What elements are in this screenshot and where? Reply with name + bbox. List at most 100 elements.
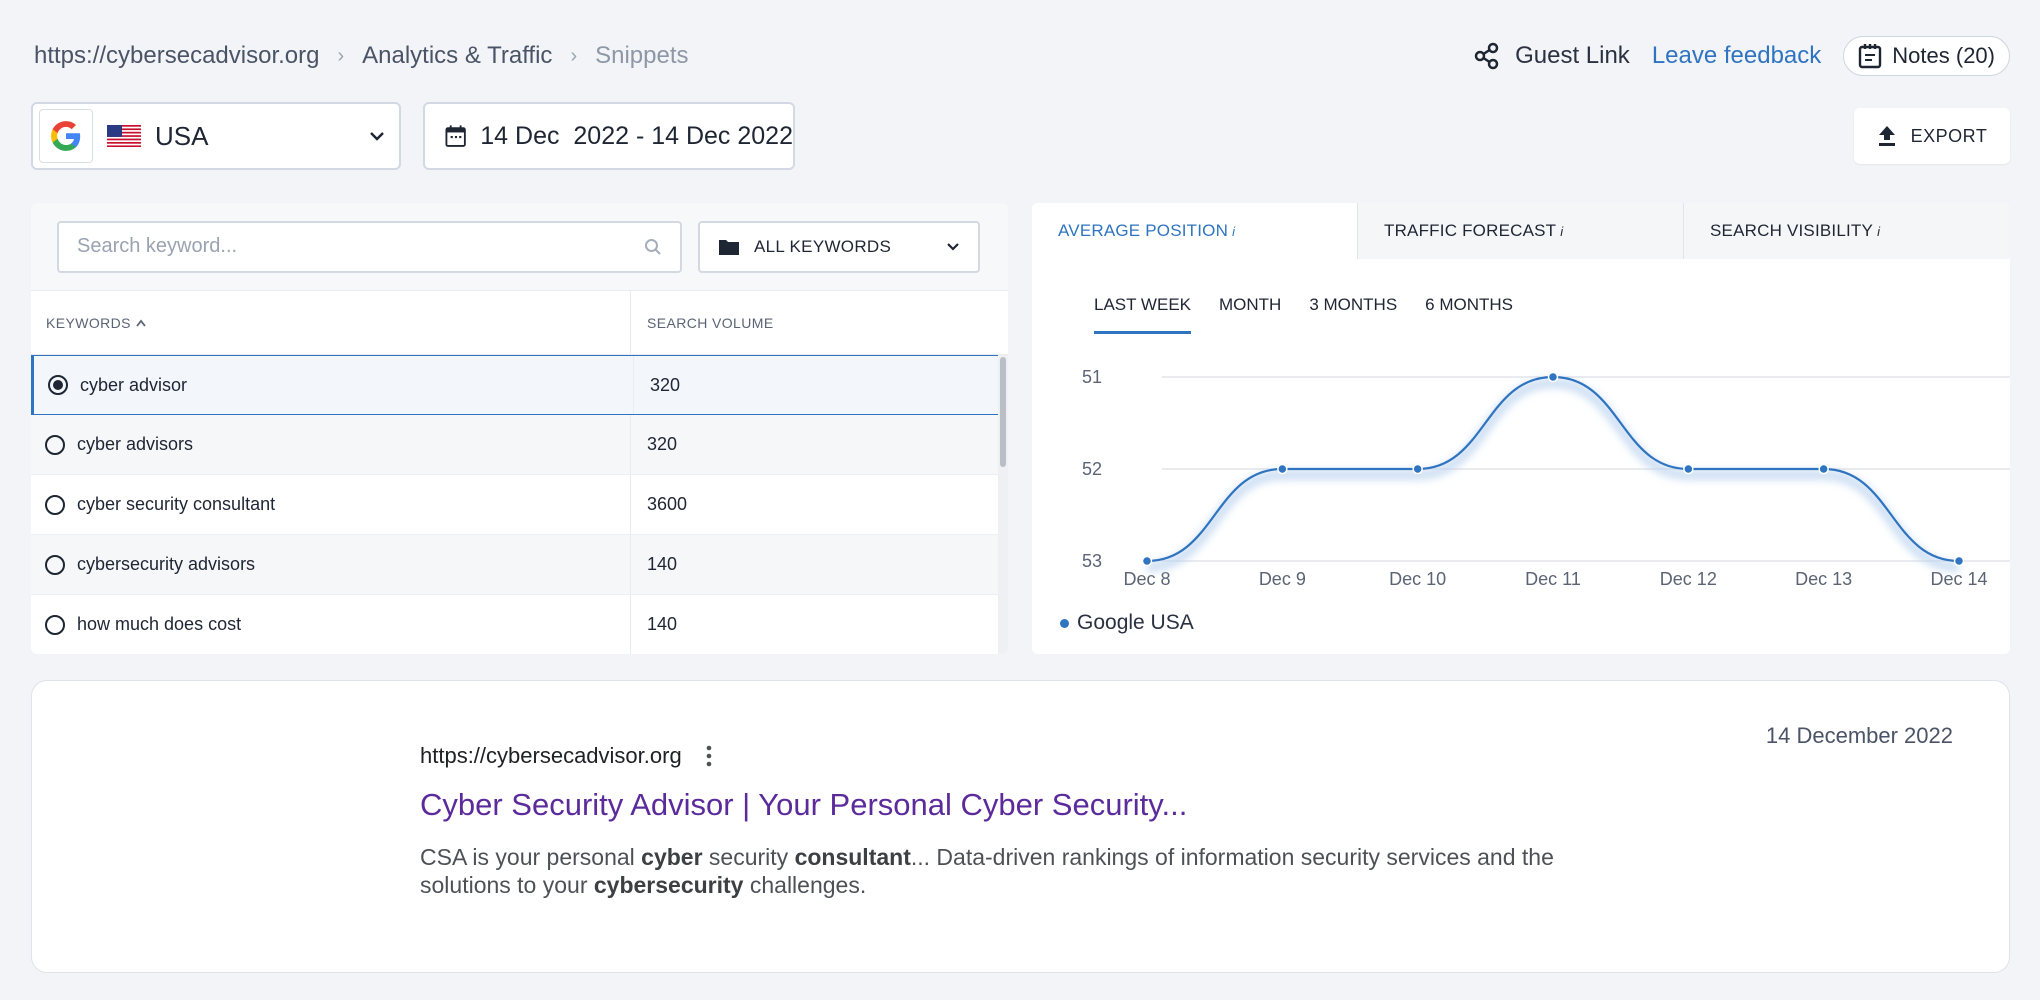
breadcrumb-section[interactable]: Analytics & Traffic bbox=[362, 42, 552, 70]
export-label: EXPORT bbox=[1910, 125, 1988, 146]
chevron-down-icon bbox=[370, 132, 384, 141]
keywords-table-header: KEYWORDS SEARCH VOLUME bbox=[31, 291, 1008, 355]
chart-legend[interactable]: Google USA bbox=[1060, 611, 1194, 635]
data-point[interactable] bbox=[1953, 555, 1965, 567]
table-row[interactable]: cyber advisors 320 bbox=[31, 415, 1008, 475]
radio-selected[interactable] bbox=[48, 375, 68, 395]
table-row[interactable]: cybersecurity advisors 140 bbox=[31, 535, 1008, 595]
search-input[interactable] bbox=[77, 235, 644, 258]
x-tick-label: Dec 13 bbox=[1795, 569, 1852, 589]
calendar-icon bbox=[445, 125, 466, 147]
notes-button[interactable]: Notes (20) bbox=[1843, 36, 2010, 76]
breadcrumb-current: Snippets bbox=[595, 42, 689, 69]
share-icon bbox=[1474, 42, 1499, 70]
radio-button[interactable] bbox=[45, 614, 65, 635]
snippet-title[interactable]: Cyber Security Advisor | Your Personal C… bbox=[420, 787, 1187, 823]
keyword-text: cyber advisor bbox=[80, 374, 188, 395]
keywords-controls: ALL KEYWORDS bbox=[31, 203, 1008, 291]
volume-cell: 320 bbox=[647, 434, 678, 454]
x-tick-label: Dec 11 bbox=[1525, 569, 1581, 589]
keywords-column-header[interactable]: KEYWORDS bbox=[31, 291, 631, 354]
chevron-down-icon bbox=[947, 243, 959, 251]
notes-label: Notes (20) bbox=[1892, 43, 1995, 68]
volume-cell: 140 bbox=[647, 554, 678, 574]
snippet-url-row: https://cybersecadvisor.org bbox=[420, 743, 712, 769]
folder-icon bbox=[719, 239, 739, 255]
table-row[interactable]: how much does cost 140 bbox=[31, 595, 1008, 654]
google-logo-icon bbox=[39, 109, 93, 163]
data-point[interactable] bbox=[1547, 371, 1559, 383]
radio-button[interactable] bbox=[45, 434, 65, 455]
volume-cell: 140 bbox=[647, 614, 678, 634]
table-row[interactable]: cyber advisor 320 bbox=[31, 355, 1008, 415]
keyword-cell: cyber security consultant bbox=[31, 475, 631, 534]
average-position-chart: 515253Dec 8 Dec 9 Dec 10 Dec 11 Dec 12 Dec 13… bbox=[1082, 367, 2010, 589]
legend-label: Google USA bbox=[1077, 611, 1194, 634]
serp-snippet-preview: 14 December 2022 https://cybersecadvisor… bbox=[31, 680, 2010, 973]
series-line-shadow bbox=[1146, 377, 1960, 572]
keyword-text: cyber advisors bbox=[77, 434, 194, 454]
guest-link-label: Guest Link bbox=[1515, 42, 1630, 69]
keywords-panel: ALL KEYWORDS KEYWORDS SEARCH VOLUME cybe… bbox=[31, 203, 1008, 654]
table-row[interactable]: cyber security consultant 3600 bbox=[31, 475, 1008, 535]
breadcrumb: https://cybersecadvisor.org › Analytics … bbox=[34, 42, 689, 70]
snippet-date: 14 December 2022 bbox=[1765, 723, 1953, 748]
snippet-description: CSA is your personal cyber security cons… bbox=[420, 843, 1640, 899]
volume-cell: 3600 bbox=[647, 494, 688, 514]
keyword-group-label: ALL KEYWORDS bbox=[754, 236, 892, 256]
volume-cell: 320 bbox=[650, 374, 681, 395]
data-point[interactable] bbox=[1412, 463, 1423, 475]
keyword-search-box[interactable] bbox=[57, 220, 682, 273]
x-tick-label: Dec 9 bbox=[1259, 569, 1306, 589]
keyword-text: cyber security consultant bbox=[77, 494, 276, 514]
guest-link-button[interactable]: Guest Link bbox=[1473, 42, 1630, 70]
chevron-right-icon: › bbox=[337, 44, 345, 67]
keyword-text: cybersecurity advisors bbox=[77, 554, 256, 574]
date-range-picker[interactable]: 14 Dec 2022 - 14 Dec 2022 bbox=[423, 102, 795, 170]
snippet-text: security bbox=[702, 844, 795, 870]
y-tick-label: 51 bbox=[1082, 367, 1102, 387]
radio-button[interactable] bbox=[45, 494, 65, 515]
chevron-right-icon: › bbox=[570, 44, 578, 67]
snippet-text: challenges. bbox=[743, 872, 867, 898]
snippet-keyword-highlight: cybersecurity bbox=[593, 872, 744, 898]
breadcrumb-site[interactable]: https://cybersecadvisor.org bbox=[34, 42, 319, 70]
keyword-cell: cybersecurity advisors bbox=[31, 535, 631, 594]
keyword-cell: how much does cost bbox=[31, 595, 631, 654]
snippet-url[interactable]: https://cybersecadvisor.org bbox=[420, 743, 682, 769]
table-scrollbar[interactable] bbox=[998, 355, 1008, 654]
keywords-column-label: KEYWORDS bbox=[46, 314, 131, 331]
leave-feedback-link[interactable]: Leave feedback bbox=[1652, 42, 1821, 70]
more-vertical-icon[interactable] bbox=[706, 745, 712, 767]
search-engine-select[interactable]: USA bbox=[31, 102, 401, 170]
upload-icon bbox=[1878, 126, 1895, 146]
legend-dot bbox=[1060, 618, 1069, 628]
x-tick-label: Dec 10 bbox=[1389, 569, 1446, 589]
snippet-keyword-highlight: consultant bbox=[794, 844, 911, 870]
search-volume-column-header[interactable]: SEARCH VOLUME bbox=[631, 315, 774, 331]
snippet-keyword-highlight: cyber bbox=[641, 844, 703, 870]
y-tick-label: 52 bbox=[1082, 459, 1102, 479]
data-point[interactable] bbox=[1683, 463, 1694, 475]
notepad-icon bbox=[1859, 44, 1882, 69]
export-button[interactable]: EXPORT bbox=[1854, 108, 2010, 164]
date-range-label: 14 Dec 2022 - 14 Dec 2022 bbox=[480, 121, 793, 150]
chart-panel: AVERAGE POSITION i TRAFFIC FORECAST i SEAR… bbox=[1032, 203, 2010, 654]
scrollbar-thumb[interactable] bbox=[1000, 357, 1006, 467]
keyword-cell: cyber advisor bbox=[34, 356, 634, 414]
search-icon[interactable] bbox=[644, 238, 662, 256]
y-tick-label: 53 bbox=[1082, 551, 1102, 571]
keywords-table-body: cyber advisor 320 cyber advisors 320 cyb… bbox=[31, 355, 1008, 654]
data-point[interactable] bbox=[1818, 463, 1829, 475]
sort-ascending-icon bbox=[136, 319, 146, 327]
top-bar: https://cybersecadvisor.org › Analytics … bbox=[34, 36, 2010, 76]
keyword-text: how much does cost bbox=[77, 614, 242, 634]
snippet-text: CSA is your personal bbox=[420, 844, 642, 870]
us-flag-icon bbox=[107, 125, 141, 147]
data-point[interactable] bbox=[1277, 463, 1288, 475]
keyword-group-select[interactable]: ALL KEYWORDS bbox=[698, 220, 980, 273]
country-label: USA bbox=[155, 120, 209, 151]
radio-button[interactable] bbox=[45, 554, 65, 575]
data-point[interactable] bbox=[1141, 555, 1153, 567]
x-tick-label: Dec 12 bbox=[1660, 569, 1717, 589]
